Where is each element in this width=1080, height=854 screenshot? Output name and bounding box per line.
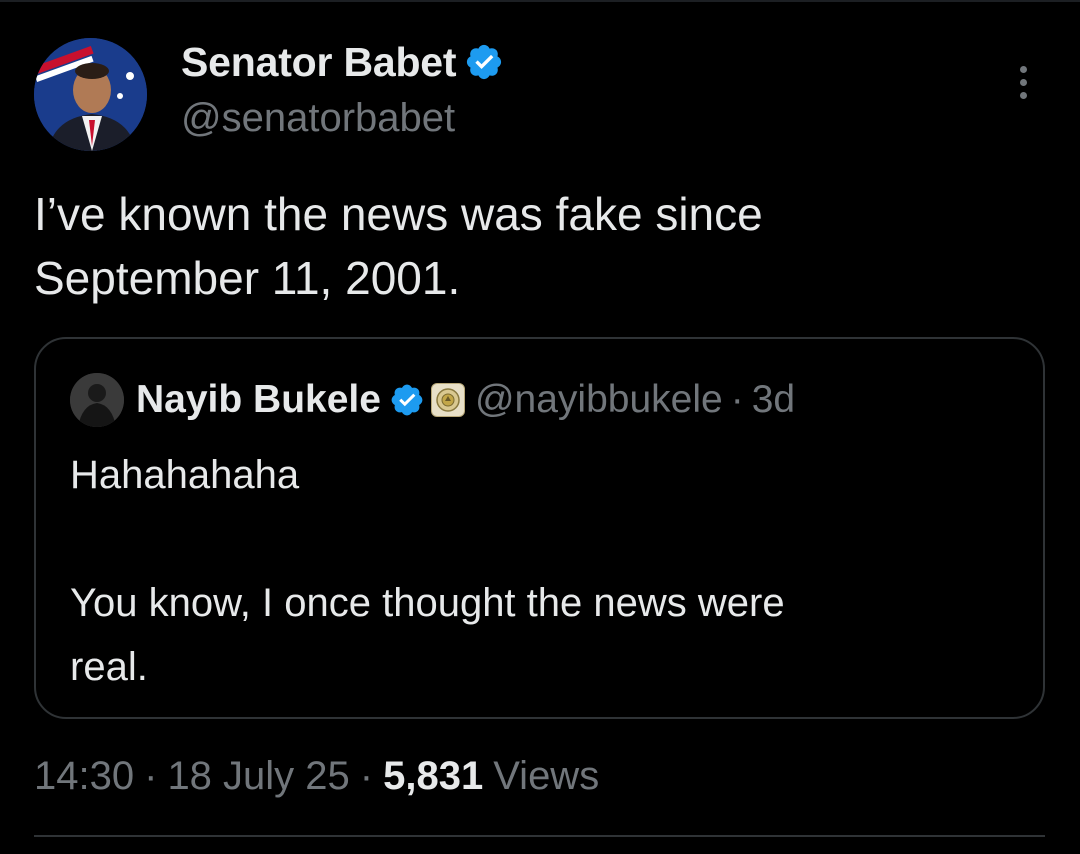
views-label: Views <box>493 753 600 798</box>
views-count[interactable]: 5,831 <box>383 754 483 799</box>
quoted-tweet-text: Hahahahaha You know, I once thought the … <box>70 453 785 689</box>
verified-badge-icon[interactable] <box>389 382 425 418</box>
bottom-divider <box>34 835 1045 837</box>
more-dot-icon <box>1019 65 1027 73</box>
author-display-name[interactable]: Senator Babet <box>181 39 457 86</box>
quoted-tweet-card[interactable]: Nayib Bukele @nayibbukele · 3d Hahahahah… <box>34 337 1045 719</box>
tweet-text: I’ve known the news was fake since Septe… <box>34 188 763 304</box>
separator-dot: · <box>144 753 158 798</box>
author-name-row: Senator Babet <box>181 38 504 86</box>
quoted-tweet-time[interactable]: 3d <box>752 378 795 422</box>
more-dot-icon <box>1019 91 1027 99</box>
top-divider <box>0 0 1080 2</box>
author-avatar[interactable] <box>34 38 147 151</box>
quoted-author-handle[interactable]: @nayibbukele <box>475 378 723 422</box>
more-options-button[interactable] <box>1002 58 1044 106</box>
tweet-date[interactable]: 18 July 25 <box>167 754 349 799</box>
quoted-author-display-name[interactable]: Nayib Bukele <box>136 378 381 422</box>
senator-avatar-image <box>34 38 147 151</box>
quoted-author-avatar[interactable] <box>70 373 124 427</box>
nayib-avatar-image <box>70 373 124 427</box>
separator-dot: · <box>359 753 374 798</box>
tweet-meta: 14:30 · 18 July 25 · 5,831 Views <box>34 748 599 804</box>
government-seal-icon[interactable] <box>430 383 465 417</box>
separator-dot: · <box>730 378 744 421</box>
verified-badge-icon[interactable] <box>464 42 504 82</box>
tweet-time[interactable]: 14:30 <box>34 754 134 799</box>
quoted-tweet-header: Nayib Bukele @nayibbukele · 3d <box>70 372 795 428</box>
author-handle[interactable]: @senatorbabet <box>181 96 455 141</box>
more-dot-icon <box>1019 78 1027 86</box>
